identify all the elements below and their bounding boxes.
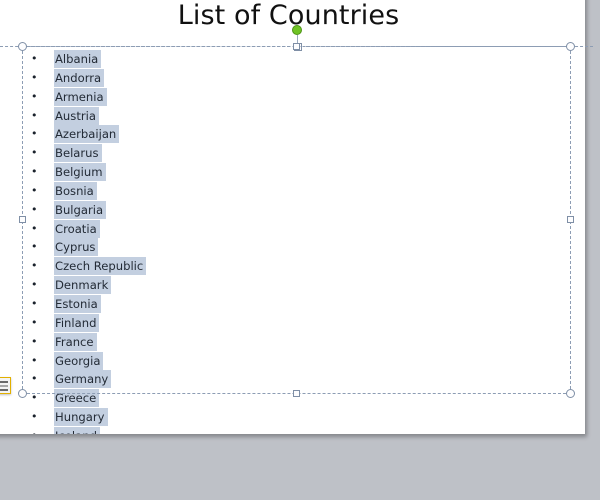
bullet-icon: • [31, 52, 38, 65]
list-item[interactable]: • Belarus [0, 144, 577, 163]
list-item[interactable]: • Hungary [0, 408, 577, 427]
bullet-icon: • [31, 165, 38, 179]
bullet-icon: • [31, 146, 38, 160]
list-item-label: Georgia [54, 351, 104, 370]
list-item[interactable]: • Denmark [0, 276, 577, 295]
list-item-label: Andorra [54, 68, 105, 87]
bullet-icon: • [31, 70, 38, 84]
list-item-label: Iceland [54, 426, 100, 434]
list-item-label: Austria [54, 106, 99, 125]
title-placeholder[interactable]: List of Countries [0, 0, 577, 32]
bullet-icon: • [31, 127, 38, 141]
bullet-icon: • [31, 108, 38, 122]
list-item-label: Estonia [54, 294, 101, 313]
list-item[interactable]: • Albania [0, 50, 577, 69]
slide-editor-canvas[interactable]: List of Countries • Albania • Andorra • Armen… [0, 0, 600, 500]
list-item-label: Croatia [54, 219, 100, 238]
list-item[interactable]: • Greece [0, 389, 577, 408]
bullet-icon: • [31, 334, 38, 348]
list-item-label: Belarus [54, 144, 102, 163]
bullet-icon: • [31, 427, 39, 434]
bullet-icon: • [31, 89, 38, 103]
slide-surface[interactable]: List of Countries • Albania • Andorra • Armen… [0, 0, 585, 434]
bullet-icon: • [31, 202, 38, 216]
list-item[interactable]: • Belgium [0, 163, 577, 182]
list-item-label: Albania [54, 50, 102, 68]
bullet-icon: • [31, 353, 38, 367]
autofit-options-button[interactable] [0, 377, 11, 394]
rotate-handle-icon[interactable] [292, 25, 302, 35]
list-item[interactable]: • Iceland [0, 426, 577, 434]
list-item[interactable]: • Cyprus [0, 238, 577, 257]
autofit-icon-bar-middle [0, 384, 8, 387]
bullet-icon: • [31, 278, 38, 292]
title-frame-edge-left [0, 46, 290, 47]
autofit-icon-bar-bottom [0, 388, 8, 391]
list-item[interactable]: • Czech Republic [0, 257, 577, 276]
list-item-label: Armenia [54, 87, 107, 106]
list-item[interactable]: • Croatia [0, 219, 577, 239]
list-item-label: Czech Republic [54, 257, 147, 276]
slide-title[interactable]: List of Countries [178, 0, 400, 32]
list-item[interactable]: • Austria [0, 106, 577, 126]
bullet-icon: • [31, 221, 38, 235]
bullet-icon: • [31, 183, 38, 197]
list-item-label: Bulgaria [54, 200, 107, 219]
bullet-icon: • [31, 315, 38, 329]
list-item-label: France [54, 332, 97, 351]
list-item[interactable]: • Bulgaria [0, 200, 577, 220]
list-item-label: Cyprus [54, 238, 99, 257]
title-bottom-middle-handle[interactable] [294, 43, 302, 51]
bullet-icon: • [31, 410, 38, 424]
bullet-icon: • [31, 391, 38, 405]
list-item[interactable]: • Armenia [0, 87, 577, 107]
list-item-label: Greece [54, 389, 100, 408]
bullet-icon: • [31, 372, 38, 386]
list-item-label: Azerbaijan [54, 125, 120, 144]
title-frame-edge-right [306, 46, 593, 47]
country-list[interactable]: • Albania • Andorra • Armenia • Austria • Azerbai… [0, 50, 577, 434]
bullet-icon: • [31, 240, 38, 254]
bullet-icon: • [31, 259, 38, 273]
list-item-label: Belgium [54, 163, 106, 182]
list-item[interactable]: • Bosnia [0, 181, 577, 201]
list-item-label: Bosnia [54, 181, 97, 200]
list-item-label: Hungary [54, 408, 108, 427]
list-item-label: Denmark [54, 276, 112, 295]
list-item[interactable]: • Andorra [0, 68, 577, 88]
list-item[interactable]: • Germany [0, 370, 577, 389]
list-item[interactable]: • Georgia [0, 351, 577, 371]
list-item-label: Finland [54, 313, 100, 332]
bullet-icon: • [31, 296, 38, 310]
body-placeholder[interactable]: • Albania • Andorra • Armenia • Austria • Azerbai… [0, 50, 577, 434]
list-item[interactable]: • Azerbaijan [0, 125, 577, 144]
list-item[interactable]: • Finland [0, 313, 577, 333]
autofit-icon-bar-top [0, 380, 8, 383]
list-item-label: Germany [54, 370, 112, 389]
list-item[interactable]: • Estonia [0, 294, 577, 314]
list-item[interactable]: • France [0, 332, 577, 352]
